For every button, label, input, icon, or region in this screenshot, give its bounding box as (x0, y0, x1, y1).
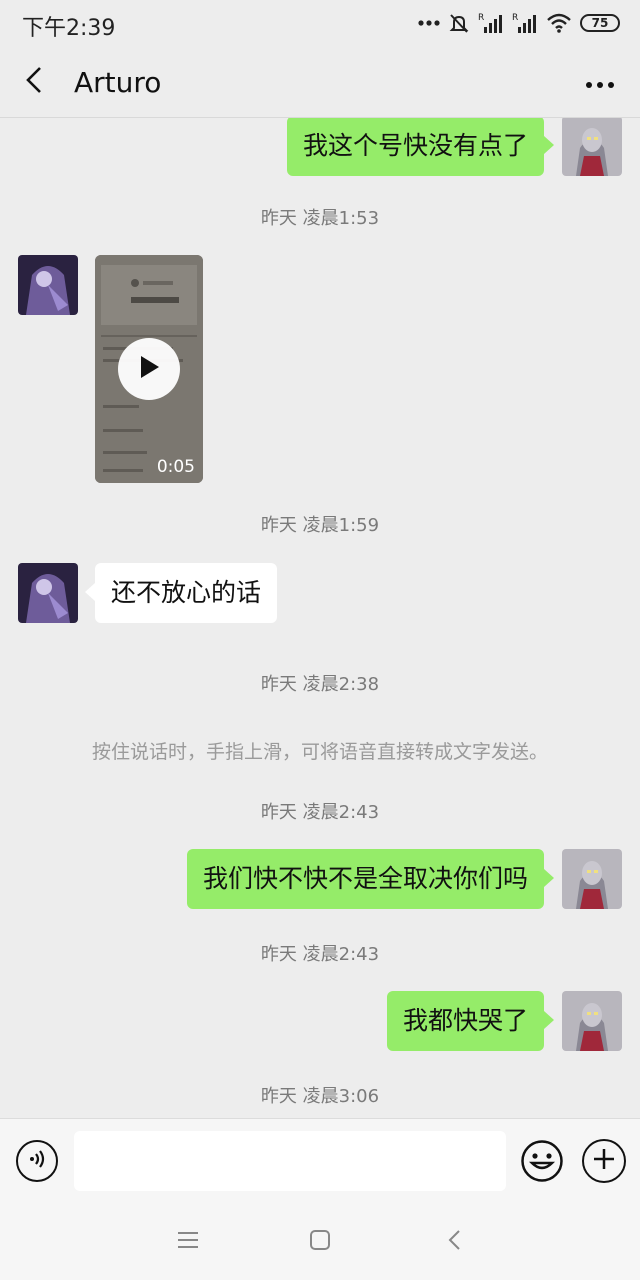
timestamp: 昨天 凌晨2:38 (260, 674, 380, 695)
chat-title: Arturo (74, 66, 162, 99)
timestamp: 昨天 凌晨1:53 (260, 208, 380, 229)
status-time: 下午2:39 (22, 16, 116, 41)
play-icon (138, 355, 160, 383)
message-bubble-sent[interactable]: 我这个号快没有点了 (286, 118, 555, 176)
status-bar: 下午2:39 R R 75 (0, 0, 640, 46)
timestamp: 昨天 凌晨2:43 (260, 944, 380, 965)
system-nav-bar (0, 1204, 640, 1280)
plus-icon (592, 1147, 616, 1175)
my-avatar[interactable] (562, 991, 622, 1051)
system-tip: 按住说话时，手指上滑，可将语音直接转成文字发送。 (91, 741, 548, 763)
voice-icon (26, 1148, 48, 1174)
signal-roaming-icon: R (478, 12, 504, 34)
voice-button[interactable] (16, 1140, 58, 1182)
mute-bell-icon (448, 12, 470, 34)
more-dots-icon (586, 73, 614, 92)
signal-roaming-icon: R (512, 12, 538, 34)
svg-text:R: R (478, 13, 484, 23)
home-button[interactable] (302, 1224, 338, 1260)
chat-message-list[interactable]: 我这个号快没有点了 昨天 凌晨1:53 0:05 昨天 凌晨1:59 还不放心的… (0, 118, 640, 1118)
message-bubble-received[interactable]: 还不放心的话 (84, 563, 278, 623)
video-message[interactable]: 0:05 (95, 255, 203, 483)
contact-avatar[interactable] (18, 563, 78, 623)
battery-icon: 75 (580, 14, 620, 32)
emoji-icon (520, 1140, 564, 1187)
chevron-left-icon (24, 65, 44, 99)
play-button[interactable] (118, 338, 180, 400)
svg-text:R: R (512, 13, 518, 23)
emoji-button[interactable] (520, 1139, 564, 1183)
timestamp: 昨天 凌晨2:43 (260, 802, 380, 823)
wifi-icon (546, 12, 572, 34)
timestamp: 昨天 凌晨3:06 (260, 1086, 380, 1107)
input-bar (0, 1118, 640, 1204)
home-icon (309, 1229, 331, 1255)
contact-avatar[interactable] (18, 255, 78, 315)
message-bubble-sent[interactable]: 我都快哭了 (386, 991, 555, 1051)
more-options-button[interactable] (580, 62, 620, 102)
my-avatar[interactable] (562, 118, 622, 176)
message-bubble-sent[interactable]: 我们快不快不是全取决你们吗 (186, 849, 555, 909)
back-icon (447, 1229, 461, 1255)
more-dots-icon (418, 20, 440, 26)
menu-button[interactable] (170, 1224, 206, 1260)
my-avatar[interactable] (562, 849, 622, 909)
chat-header: Arturo (0, 46, 640, 118)
plus-button[interactable] (582, 1139, 626, 1183)
timestamp: 昨天 凌晨1:59 (260, 515, 380, 536)
status-icons: R R 75 (418, 10, 620, 36)
nav-back-button[interactable] (436, 1224, 472, 1260)
menu-icon (177, 1231, 199, 1253)
message-input[interactable] (74, 1131, 506, 1191)
video-duration: 0:05 (156, 457, 195, 477)
back-button[interactable] (14, 62, 54, 102)
